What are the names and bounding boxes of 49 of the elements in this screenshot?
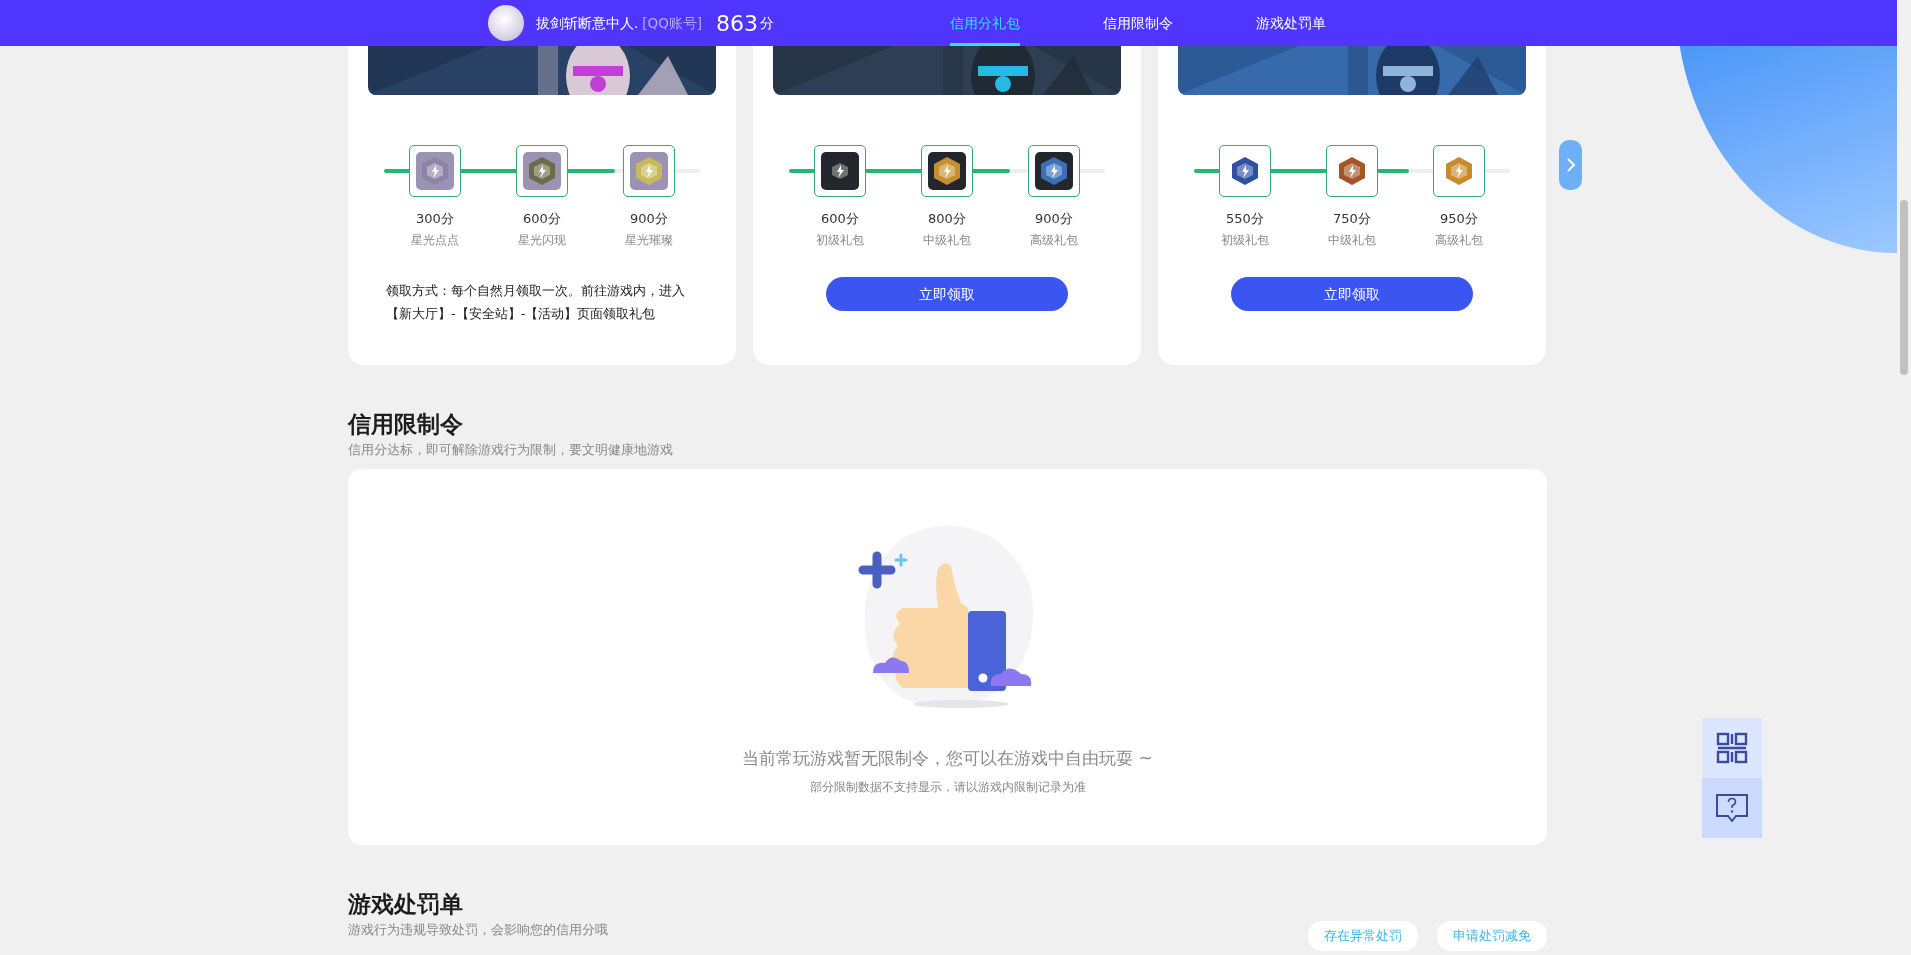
reward-points: 900分 [1035, 210, 1073, 228]
score-unit: 分 [760, 13, 775, 33]
reward-points: 750分 [1333, 210, 1371, 228]
claim-button[interactable]: 立即领取 [1231, 276, 1473, 311]
reward-name: 星光璀璨 [625, 231, 673, 249]
help-icon [1715, 792, 1749, 824]
reward-points: 950分 [1440, 210, 1478, 228]
reward-tile[interactable] [1028, 145, 1080, 197]
reward-tile[interactable] [623, 145, 675, 197]
credit-score: 863 [716, 9, 759, 38]
reward-points: 600分 [821, 210, 859, 228]
reward-tile[interactable] [1433, 145, 1485, 197]
reward-name: 初级礼包 [1221, 231, 1269, 249]
nav-tab[interactable]: 信用限制令 [1103, 0, 1173, 46]
reward-name: 中级礼包 [923, 231, 971, 249]
empty-message: 当前常玩游戏暂无限制令，您可以在游戏中自由玩耍 ~ [742, 746, 1153, 770]
reward-name: 初级礼包 [816, 231, 864, 249]
reward-tile[interactable] [516, 145, 568, 197]
section-title: 游戏处罚单 [348, 889, 464, 919]
account-type: [QQ账号] [642, 13, 703, 33]
reward-points: 550分 [1226, 210, 1264, 228]
section-subtitle: 游戏行为违规导致处罚，会影响您的信用分哦 [348, 920, 608, 939]
reward-tile[interactable] [1219, 145, 1271, 197]
reward-name: 星光点点 [411, 231, 459, 249]
section-title: 信用限制令 [348, 409, 464, 439]
scrollbar-thumb[interactable] [1900, 200, 1908, 375]
qr-code-icon [1716, 732, 1748, 764]
claim-button[interactable]: 立即领取 [826, 276, 1068, 311]
reward-tile[interactable] [921, 145, 973, 197]
reward-points: 800分 [928, 210, 966, 228]
reward-points: 900分 [630, 210, 668, 228]
user-name: 拔剑斩断意中人. [536, 13, 639, 33]
claim-instructions: 领取方式：每个自然月领取一次。前往游戏内，进入【新大厅】-【安全站】-【活动】页面领取礼包 [386, 281, 686, 323]
help-button[interactable] [1702, 778, 1762, 838]
reward-name: 中级礼包 [1328, 231, 1376, 249]
reward-points: 600分 [523, 210, 561, 228]
chevron-right-icon [1565, 157, 1576, 173]
reward-points: 300分 [416, 210, 454, 228]
reward-name: 高级礼包 [1030, 231, 1078, 249]
section-subtitle: 信用分达标，即可解除游戏行为限制，要文明健康地游戏 [348, 440, 674, 459]
empty-note: 部分限制数据不支持显示，请以游戏内限制记录为准 [809, 779, 1086, 797]
avatar [488, 5, 524, 41]
reward-tile[interactable] [814, 145, 866, 197]
nav-tab[interactable]: 游戏处罚单 [1256, 0, 1326, 46]
reward-name: 高级礼包 [1435, 231, 1483, 249]
reward-tile[interactable] [409, 145, 461, 197]
reward-name: 星光闪现 [518, 231, 566, 249]
qr-code-button[interactable] [1702, 718, 1762, 778]
reward-tile[interactable] [1326, 145, 1378, 197]
